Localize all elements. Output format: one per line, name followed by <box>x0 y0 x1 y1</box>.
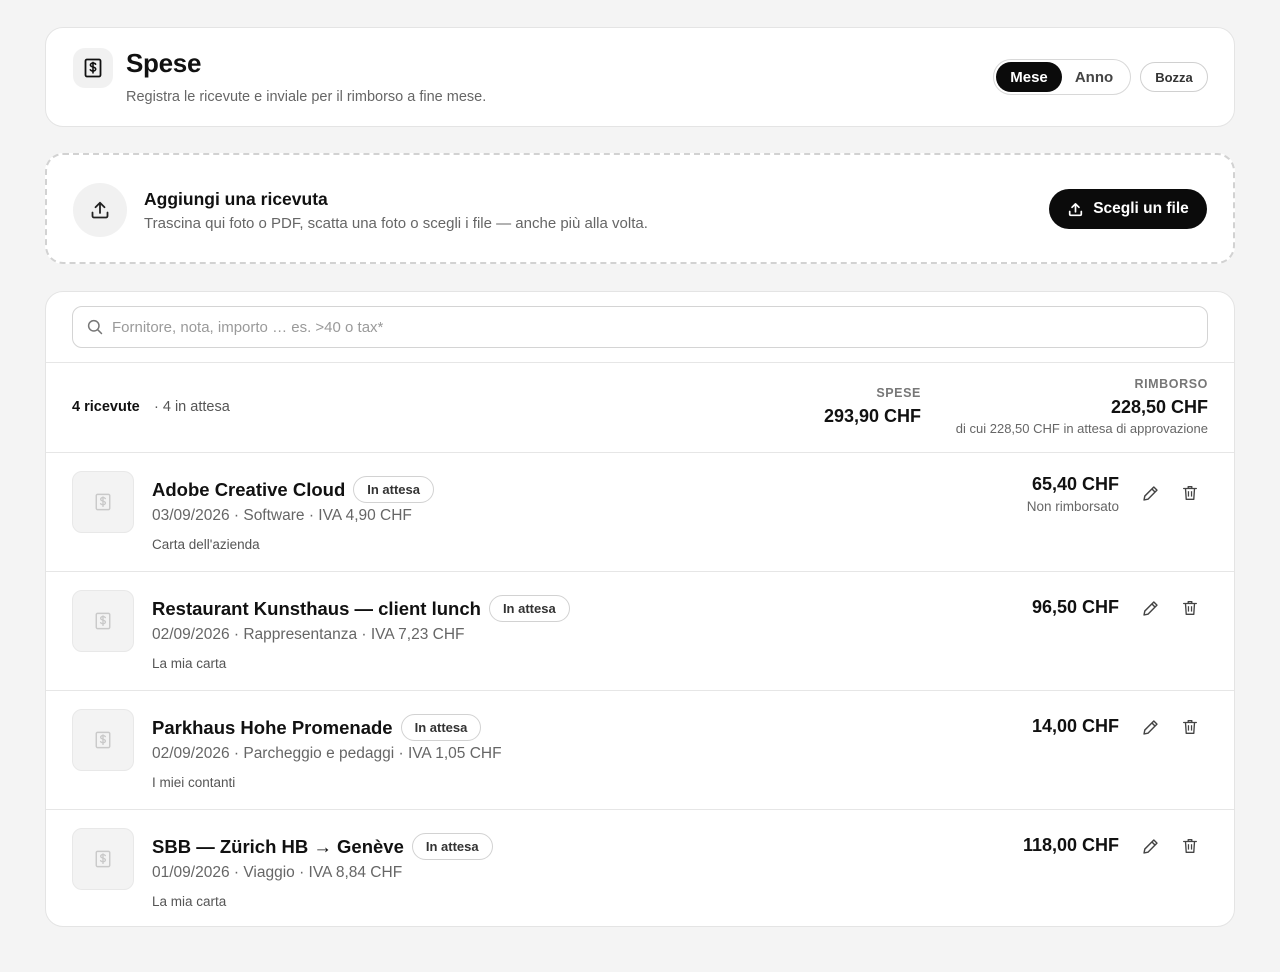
status-badge: In attesa <box>488 595 570 622</box>
pencil-icon[interactable] <box>1138 596 1162 620</box>
receipt-row[interactable]: Restaurant Kunsthaus — client lunch In at… <box>46 572 1234 691</box>
expenses-label: SPESE <box>876 386 921 400</box>
receipt-payment-method: La mia carta <box>152 656 227 671</box>
upload-icon <box>73 183 127 237</box>
upload-dropzone[interactable]: Aggiungi una ricevuta Trascina qui foto … <box>45 153 1235 264</box>
receipt-placeholder-icon <box>72 471 134 533</box>
period-year-button[interactable]: Anno <box>1062 62 1126 92</box>
receipt-placeholder-icon <box>72 828 134 890</box>
refund-note: di cui 228,50 CHF in attesa di approvazi… <box>955 421 1208 436</box>
page-header: Spese Registra le ricevute e inviale per… <box>45 27 1235 127</box>
receipt-payment-method: I miei contanti <box>152 775 236 790</box>
receipt-vendor: SBB — Zürich HB → Genève <box>152 836 404 857</box>
receipt-amount: 65,40 CHF <box>1031 474 1119 494</box>
trash-icon[interactable] <box>1178 834 1202 858</box>
period-month-button[interactable]: Mese <box>996 62 1062 92</box>
receipt-amount: 14,00 CHF <box>1031 716 1119 736</box>
receipt-dollar-icon <box>73 48 113 88</box>
receipt-amount: 96,50 CHF <box>1031 597 1119 617</box>
choose-file-label: Scegli un file <box>1093 200 1189 217</box>
page-title: Spese <box>126 48 202 78</box>
receipt-meta: 02/09/2026 · Parcheggio e pedaggi · IVA … <box>152 745 502 762</box>
refund-total: 228,50 CHF <box>1110 397 1208 417</box>
receipt-vendor: Restaurant Kunsthaus — client lunch <box>152 598 481 619</box>
draft-button[interactable]: Bozza <box>1140 62 1208 92</box>
status-badge: In attesa <box>411 833 493 860</box>
receipt-amount: 118,00 CHF <box>1022 835 1119 855</box>
receipts-panel: Fornitore, nota, importo … es. >40 o tax… <box>45 291 1235 927</box>
receipt-vendor-line: SBB — Zürich HB → Genève In attesa <box>152 833 493 860</box>
receipt-placeholder-icon <box>72 590 134 652</box>
receipt-row[interactable]: Adobe Creative Cloud In attesa 03/09/2026… <box>46 453 1234 572</box>
status-badge: In attesa <box>400 714 482 741</box>
status-badge: In attesa <box>353 476 434 503</box>
period-toggle: Mese Anno <box>993 59 1131 95</box>
trash-icon[interactable] <box>1178 715 1202 739</box>
expenses-total: 293,90 CHF <box>823 406 921 426</box>
refund-status: Non rimborsato <box>1026 499 1119 514</box>
receipt-count: 4 ricevute <box>72 399 140 415</box>
trash-icon[interactable] <box>1178 481 1202 505</box>
receipt-row[interactable]: Parkhaus Hohe Promenade In attesa 02/09/2… <box>46 691 1234 810</box>
receipt-row[interactable]: SBB — Zürich HB → Genève In attesa 01/09/… <box>46 810 1234 926</box>
receipt-meta: 03/09/2026 · Software · IVA 4,90 CHF <box>152 507 412 524</box>
upload-title: Aggiungi una ricevuta <box>144 189 328 209</box>
receipt-vendor: Parkhaus Hohe Promenade <box>152 717 393 738</box>
pencil-icon[interactable] <box>1138 715 1162 739</box>
receipt-meta: 02/09/2026 · Rappresentanza · IVA 7,23 C… <box>152 626 465 643</box>
choose-file-button[interactable]: Scegli un file <box>1049 189 1207 229</box>
upload-subtitle: Trascina qui foto o PDF, scatta una foto… <box>144 215 648 232</box>
search-placeholder: Fornitore, nota, importo … es. >40 o tax… <box>112 318 384 336</box>
pending-count: · 4 in attesa <box>154 399 230 415</box>
pencil-icon[interactable] <box>1138 481 1162 505</box>
receipt-vendor-line: Restaurant Kunsthaus — client lunch In at… <box>152 595 570 622</box>
receipt-meta: 01/09/2026 · Viaggio · IVA 8,84 CHF <box>152 864 403 881</box>
receipt-vendor-line: Adobe Creative Cloud In attesa <box>152 476 434 503</box>
receipt-payment-method: La mia carta <box>152 894 227 909</box>
pencil-icon[interactable] <box>1138 834 1162 858</box>
refund-label: RIMBORSO <box>1134 377 1208 391</box>
receipt-placeholder-icon <box>72 709 134 771</box>
search-input[interactable]: Fornitore, nota, importo … es. >40 o tax… <box>72 306 1208 348</box>
receipt-payment-method: Carta dell'azienda <box>152 537 260 552</box>
search-icon <box>87 319 103 335</box>
page-subtitle: Registra le ricevute e inviale per il ri… <box>126 89 487 105</box>
divider <box>46 362 1234 363</box>
trash-icon[interactable] <box>1178 596 1202 620</box>
receipt-vendor-line: Parkhaus Hohe Promenade In attesa <box>152 714 482 741</box>
receipt-vendor: Adobe Creative Cloud <box>152 479 346 500</box>
upload-icon <box>1067 201 1084 218</box>
